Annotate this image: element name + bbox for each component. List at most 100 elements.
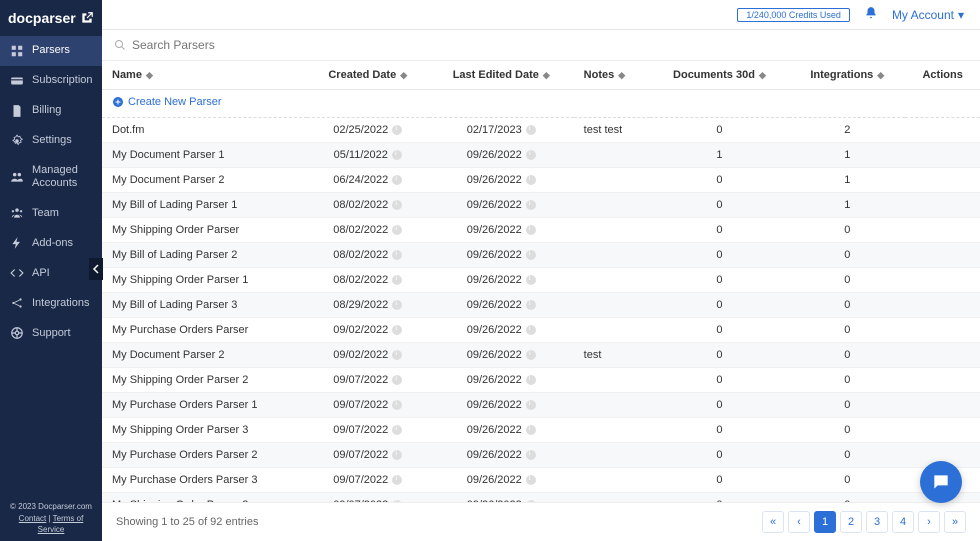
- chat-fab[interactable]: [920, 461, 962, 503]
- cell-name: My Bill of Lading Parser 3: [102, 293, 307, 318]
- sidebar-item-subscription[interactable]: Subscription: [0, 66, 102, 96]
- page-btn-2[interactable]: 2: [840, 511, 862, 533]
- cell-edited: 02/17/2023: [429, 118, 574, 143]
- info-icon: [392, 250, 402, 260]
- table-row[interactable]: My Bill of Lading Parser 108/02/202209/2…: [102, 193, 980, 218]
- cell-actions: [905, 168, 980, 193]
- page-btn-1[interactable]: 1: [814, 511, 836, 533]
- cell-docs: 0: [650, 493, 790, 503]
- sidebar-item-managed-accounts[interactable]: Managed Accounts: [0, 156, 102, 198]
- sidebar-item-label: Parsers: [32, 44, 70, 57]
- cell-integ: 0: [789, 293, 905, 318]
- sidebar-item-parsers[interactable]: Parsers: [0, 36, 102, 66]
- account-menu[interactable]: My Account ▾: [892, 8, 964, 22]
- search-input[interactable]: [132, 38, 968, 52]
- export-icon: [80, 11, 94, 25]
- sidebar-item-support[interactable]: Support: [0, 318, 102, 348]
- col-integ[interactable]: Integrations◆: [789, 61, 905, 90]
- create-parser-link[interactable]: Create New Parser: [112, 96, 222, 108]
- pagination: «‹1234›»: [762, 511, 966, 533]
- collapse-sidebar-button[interactable]: [89, 258, 103, 280]
- bolt-icon: [10, 236, 24, 250]
- sidebar-item-api[interactable]: API: [0, 258, 102, 288]
- table-row[interactable]: My Purchase Orders Parser 309/07/202209/…: [102, 468, 980, 493]
- col-docs[interactable]: Documents 30d◆: [650, 61, 790, 90]
- table-row[interactable]: My Purchase Orders Parser09/02/202209/26…: [102, 318, 980, 343]
- sort-icon: ◆: [543, 71, 550, 80]
- info-icon: [392, 400, 402, 410]
- col-created[interactable]: Created Date◆: [307, 61, 429, 90]
- cell-name: My Shipping Order Parser 3: [102, 418, 307, 443]
- info-icon: [526, 500, 536, 502]
- sidebar-item-add-ons[interactable]: Add-ons: [0, 228, 102, 258]
- table-row[interactable]: My Document Parser 105/11/202209/26/2022…: [102, 143, 980, 168]
- cell-docs: 0: [650, 193, 790, 218]
- page-btn-›[interactable]: ›: [918, 511, 940, 533]
- sidebar-item-team[interactable]: Team: [0, 198, 102, 228]
- table-row[interactable]: Dot.fm02/25/202202/17/2023test test02: [102, 118, 980, 143]
- sort-icon: ◆: [400, 71, 407, 80]
- cell-created: 09/07/2022: [307, 468, 429, 493]
- table-row[interactable]: My Bill of Lading Parser 208/02/202209/2…: [102, 243, 980, 268]
- cell-name: My Document Parser 2: [102, 343, 307, 368]
- cell-edited: 09/26/2022: [429, 193, 574, 218]
- table-row[interactable]: My Shipping Order Parser08/02/202209/26/…: [102, 218, 980, 243]
- table-row[interactable]: My Purchase Orders Parser 209/07/202209/…: [102, 443, 980, 468]
- contact-link[interactable]: Contact: [19, 514, 47, 523]
- cell-actions: [905, 268, 980, 293]
- table-row[interactable]: My Shipping Order Parser 309/07/202209/2…: [102, 493, 980, 503]
- cell-name: My Shipping Order Parser 3: [102, 493, 307, 503]
- table-wrap: Name◆ Created Date◆ Last Edited Date◆ No…: [102, 61, 980, 502]
- sidebar-item-label: Billing: [32, 104, 61, 117]
- sort-icon: ◆: [618, 71, 625, 80]
- col-name[interactable]: Name◆: [102, 61, 307, 90]
- col-edited[interactable]: Last Edited Date◆: [429, 61, 574, 90]
- page-btn-3[interactable]: 3: [866, 511, 888, 533]
- cell-integ: 1: [789, 193, 905, 218]
- cell-created: 09/07/2022: [307, 443, 429, 468]
- cell-notes: test test: [574, 118, 650, 143]
- col-notes[interactable]: Notes◆: [574, 61, 650, 90]
- table-row[interactable]: My Document Parser 209/02/202209/26/2022…: [102, 343, 980, 368]
- cell-notes: [574, 468, 650, 493]
- table-summary: Showing 1 to 25 of 92 entries: [116, 516, 258, 528]
- cell-integ: 0: [789, 468, 905, 493]
- cell-integ: 1: [789, 168, 905, 193]
- table-row[interactable]: My Bill of Lading Parser 308/29/202209/2…: [102, 293, 980, 318]
- info-icon: [526, 375, 536, 385]
- cell-integ: 0: [789, 268, 905, 293]
- cell-edited: 09/26/2022: [429, 443, 574, 468]
- cell-docs: 0: [650, 293, 790, 318]
- info-icon: [392, 325, 402, 335]
- table-row[interactable]: My Purchase Orders Parser 109/07/202209/…: [102, 393, 980, 418]
- sidebar-item-settings[interactable]: Settings: [0, 126, 102, 156]
- table-row[interactable]: My Document Parser 206/24/202209/26/2022…: [102, 168, 980, 193]
- account-label: My Account: [892, 8, 954, 22]
- page-btn-4[interactable]: 4: [892, 511, 914, 533]
- sort-icon: ◆: [759, 71, 766, 80]
- cell-docs: 0: [650, 418, 790, 443]
- cell-name: My Purchase Orders Parser 2: [102, 443, 307, 468]
- page-btn-»[interactable]: »: [944, 511, 966, 533]
- table-row[interactable]: My Shipping Order Parser 309/07/202209/2…: [102, 418, 980, 443]
- cell-notes: [574, 168, 650, 193]
- cell-edited: 09/26/2022: [429, 468, 574, 493]
- sidebar-item-billing[interactable]: Billing: [0, 96, 102, 126]
- page-btn-«[interactable]: «: [762, 511, 784, 533]
- notifications-button[interactable]: [864, 6, 878, 23]
- credits-badge[interactable]: 1/240,000 Credits Used: [737, 8, 850, 22]
- cell-created: 06/24/2022: [307, 168, 429, 193]
- info-icon: [526, 300, 536, 310]
- sidebar-item-integrations[interactable]: Integrations: [0, 288, 102, 318]
- cell-notes: [574, 418, 650, 443]
- team-icon: [10, 206, 24, 220]
- cell-created: 09/02/2022: [307, 318, 429, 343]
- logo[interactable]: docparser: [0, 0, 102, 36]
- caret-down-icon: ▾: [958, 8, 964, 22]
- table-row[interactable]: My Shipping Order Parser 209/07/202209/2…: [102, 368, 980, 393]
- table-row[interactable]: My Shipping Order Parser 108/02/202209/2…: [102, 268, 980, 293]
- page-btn-‹[interactable]: ‹: [788, 511, 810, 533]
- info-icon: [526, 150, 536, 160]
- cell-name: My Purchase Orders Parser: [102, 318, 307, 343]
- cell-actions: [905, 418, 980, 443]
